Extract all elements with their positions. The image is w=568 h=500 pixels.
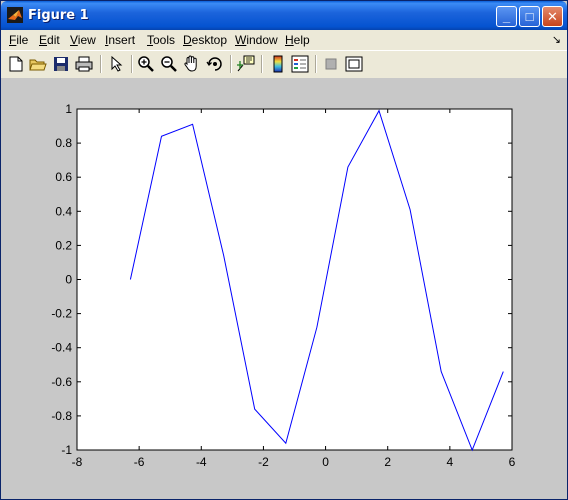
menu-insert[interactable]: Insert [105,33,135,47]
y-tick-label: -0.6 [51,375,72,389]
new-file-icon[interactable] [7,55,25,73]
maximize-button[interactable]: □ [519,6,540,27]
edit-plot-arrow-icon[interactable] [108,55,126,73]
figure-window: Figure 1 _ □ ✕ File Edit View Insert Too… [0,0,568,500]
menu-bar: File Edit View Insert Tools Desktop Wind… [1,30,567,50]
menu-edit[interactable]: Edit [39,33,60,47]
print-icon[interactable] [75,55,93,73]
toolbar-separator [230,55,232,73]
minimize-button[interactable]: _ [496,6,517,27]
y-tick-label: 0.4 [55,204,72,218]
x-tick-label: 6 [509,455,516,469]
y-tick-label: 0.8 [55,136,72,150]
legend-icon[interactable] [291,55,309,73]
plot-axes-box [76,108,513,451]
matlab-logo-icon [7,7,23,23]
y-tick-label: -0.4 [51,341,72,355]
x-tick-label: 0 [322,455,329,469]
y-tick-label: -0.2 [51,307,72,321]
y-tick-label: -1 [61,443,72,457]
x-tick-label: -2 [258,455,269,469]
close-button[interactable]: ✕ [542,6,563,27]
rotate-3d-icon[interactable] [206,55,224,73]
pan-hand-icon[interactable] [183,55,201,73]
x-tick-label: -6 [134,455,145,469]
title-bar[interactable]: Figure 1 _ □ ✕ [1,1,567,30]
zoom-in-icon[interactable] [137,55,155,73]
toolbar-separator [131,55,133,73]
colorbar-icon[interactable] [269,55,287,73]
figure-toolbar [1,50,567,79]
toolbar-separator [315,55,317,73]
window-title: Figure 1 [28,8,89,23]
menu-window[interactable]: Window [235,33,278,47]
y-tick-label: -0.8 [51,409,72,423]
menu-file[interactable]: File [9,33,28,47]
data-cursor-icon[interactable] [237,55,255,73]
figure-canvas[interactable]: -8 -6 -4 -2 0 2 4 6 -1 -0.8 -0.6 -0.4 -0.2 0 0.2 0.4 0.6… [1,78,567,499]
x-tick-label: -8 [72,455,83,469]
line-plot[interactable]: -8 -6 -4 -2 0 2 4 6 -1 -0.8 -0.6 -0.4 -0.2 0 0.2 0.4 0.6… [1,78,567,499]
toolbar-separator [100,55,102,73]
save-icon[interactable] [52,55,70,73]
menu-view[interactable]: View [70,33,96,47]
x-tick-label: -4 [196,455,207,469]
dock-arrow-icon[interactable]: ↘ [552,33,561,46]
y-tick-label: 1 [65,102,72,116]
y-tick-label: 0 [65,273,72,287]
open-folder-icon[interactable] [29,55,47,73]
hide-plot-tools-icon[interactable] [322,55,340,73]
show-plot-tools-icon[interactable] [345,55,363,73]
toolbar-separator [261,55,263,73]
y-tick-label: 0.2 [55,238,72,252]
x-tick-label: 4 [447,455,454,469]
menu-tools[interactable]: Tools [147,33,175,47]
menu-desktop[interactable]: Desktop [183,33,227,47]
y-tick-label: 0.6 [55,170,72,184]
x-tick-label: 2 [384,455,391,469]
menu-help[interactable]: Help [285,33,310,47]
zoom-out-icon[interactable] [160,55,178,73]
